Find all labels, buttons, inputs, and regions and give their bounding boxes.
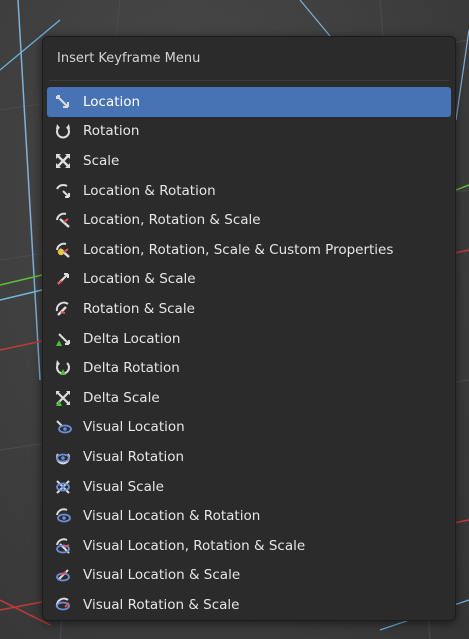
scale-icon [53,151,73,171]
location-icon [53,92,73,112]
menu-item-label: Visual Location & Scale [83,567,241,584]
menu-item-visual-rotation[interactable]: Visual Rotation [47,442,451,472]
menu-item-visual-location-rotation-scale[interactable]: Visual Location, Rotation & Scale [47,531,451,561]
menu-item-label: Delta Rotation [83,360,180,377]
visual-location-rotation-icon [53,506,73,526]
menu-item-location[interactable]: Location [47,87,451,117]
menu-item-scale[interactable]: Scale [47,146,451,176]
location-rotation-scale-custom-icon [53,240,73,260]
menu-item-delta-scale[interactable]: Delta Scale [47,383,451,413]
menu-items-list: Location Rotation Scale Location & Rotation… [47,87,451,620]
delta-location-icon [53,329,73,349]
menu-item-visual-location[interactable]: Visual Location [47,413,451,443]
menu-item-visual-rotation-scale[interactable]: Visual Rotation & Scale [47,590,451,620]
location-scale-icon [53,269,73,289]
visual-location-rotation-scale-icon [53,536,73,556]
menu-title: Insert Keyframe Menu [57,51,201,66]
menu-item-visual-scale[interactable]: Visual Scale [47,472,451,502]
menu-item-label: Delta Scale [83,389,160,406]
menu-item-visual-location-scale[interactable]: Visual Location & Scale [47,561,451,591]
menu-item-label: Delta Location [83,330,181,347]
menu-item-label: Visual Scale [83,478,164,495]
visual-rotation-icon [53,447,73,467]
rotation-icon [53,121,73,141]
menu-item-label: Visual Location, Rotation & Scale [83,537,306,554]
menu-item-label: Visual Rotation [83,448,185,465]
menu-item-label: Rotation & Scale [83,300,195,317]
menu-item-label: Location, Rotation, Scale & Custom Prope… [83,241,394,258]
menu-item-delta-location[interactable]: Delta Location [47,324,451,354]
rotation-scale-icon [53,299,73,319]
visual-location-scale-icon [53,565,73,585]
menu-item-label: Visual Rotation & Scale [83,596,240,613]
menu-item-label: Visual Location & Rotation [83,508,261,525]
menu-item-label: Location [83,93,141,110]
menu-item-location-rotation[interactable]: Location & Rotation [47,176,451,206]
menu-separator [49,80,449,81]
menu-item-label: Visual Location [83,419,185,436]
menu-item-location-scale[interactable]: Location & Scale [47,265,451,295]
menu-item-location-rotation-scale[interactable]: Location, Rotation & Scale [47,205,451,235]
menu-item-label: Rotation [83,123,140,140]
menu-item-label: Scale [83,152,120,169]
menu-item-visual-location-rotation[interactable]: Visual Location & Rotation [47,501,451,531]
delta-rotation-icon [53,358,73,378]
menu-item-delta-rotation[interactable]: Delta Rotation [47,353,451,383]
location-rotation-icon [53,181,73,201]
menu-item-label: Location, Rotation & Scale [83,212,261,229]
menu-item-rotation-scale[interactable]: Rotation & Scale [47,294,451,324]
visual-location-icon [53,417,73,437]
visual-rotation-scale-icon [53,595,73,615]
location-rotation-scale-icon [53,210,73,230]
delta-scale-icon [53,388,73,408]
menu-item-label: Location & Scale [83,271,196,288]
3d-viewport[interactable]: Insert Keyframe Menu Location Rotation Sca… [0,0,469,639]
insert-keyframe-menu: Insert Keyframe Menu Location Rotation Sca… [42,36,456,621]
menu-item-location-rotation-scale-custom[interactable]: Location, Rotation, Scale & Custom Prope… [47,235,451,265]
menu-item-label: Location & Rotation [83,182,216,199]
visual-scale-icon [53,477,73,497]
menu-item-rotation[interactable]: Rotation [47,117,451,147]
